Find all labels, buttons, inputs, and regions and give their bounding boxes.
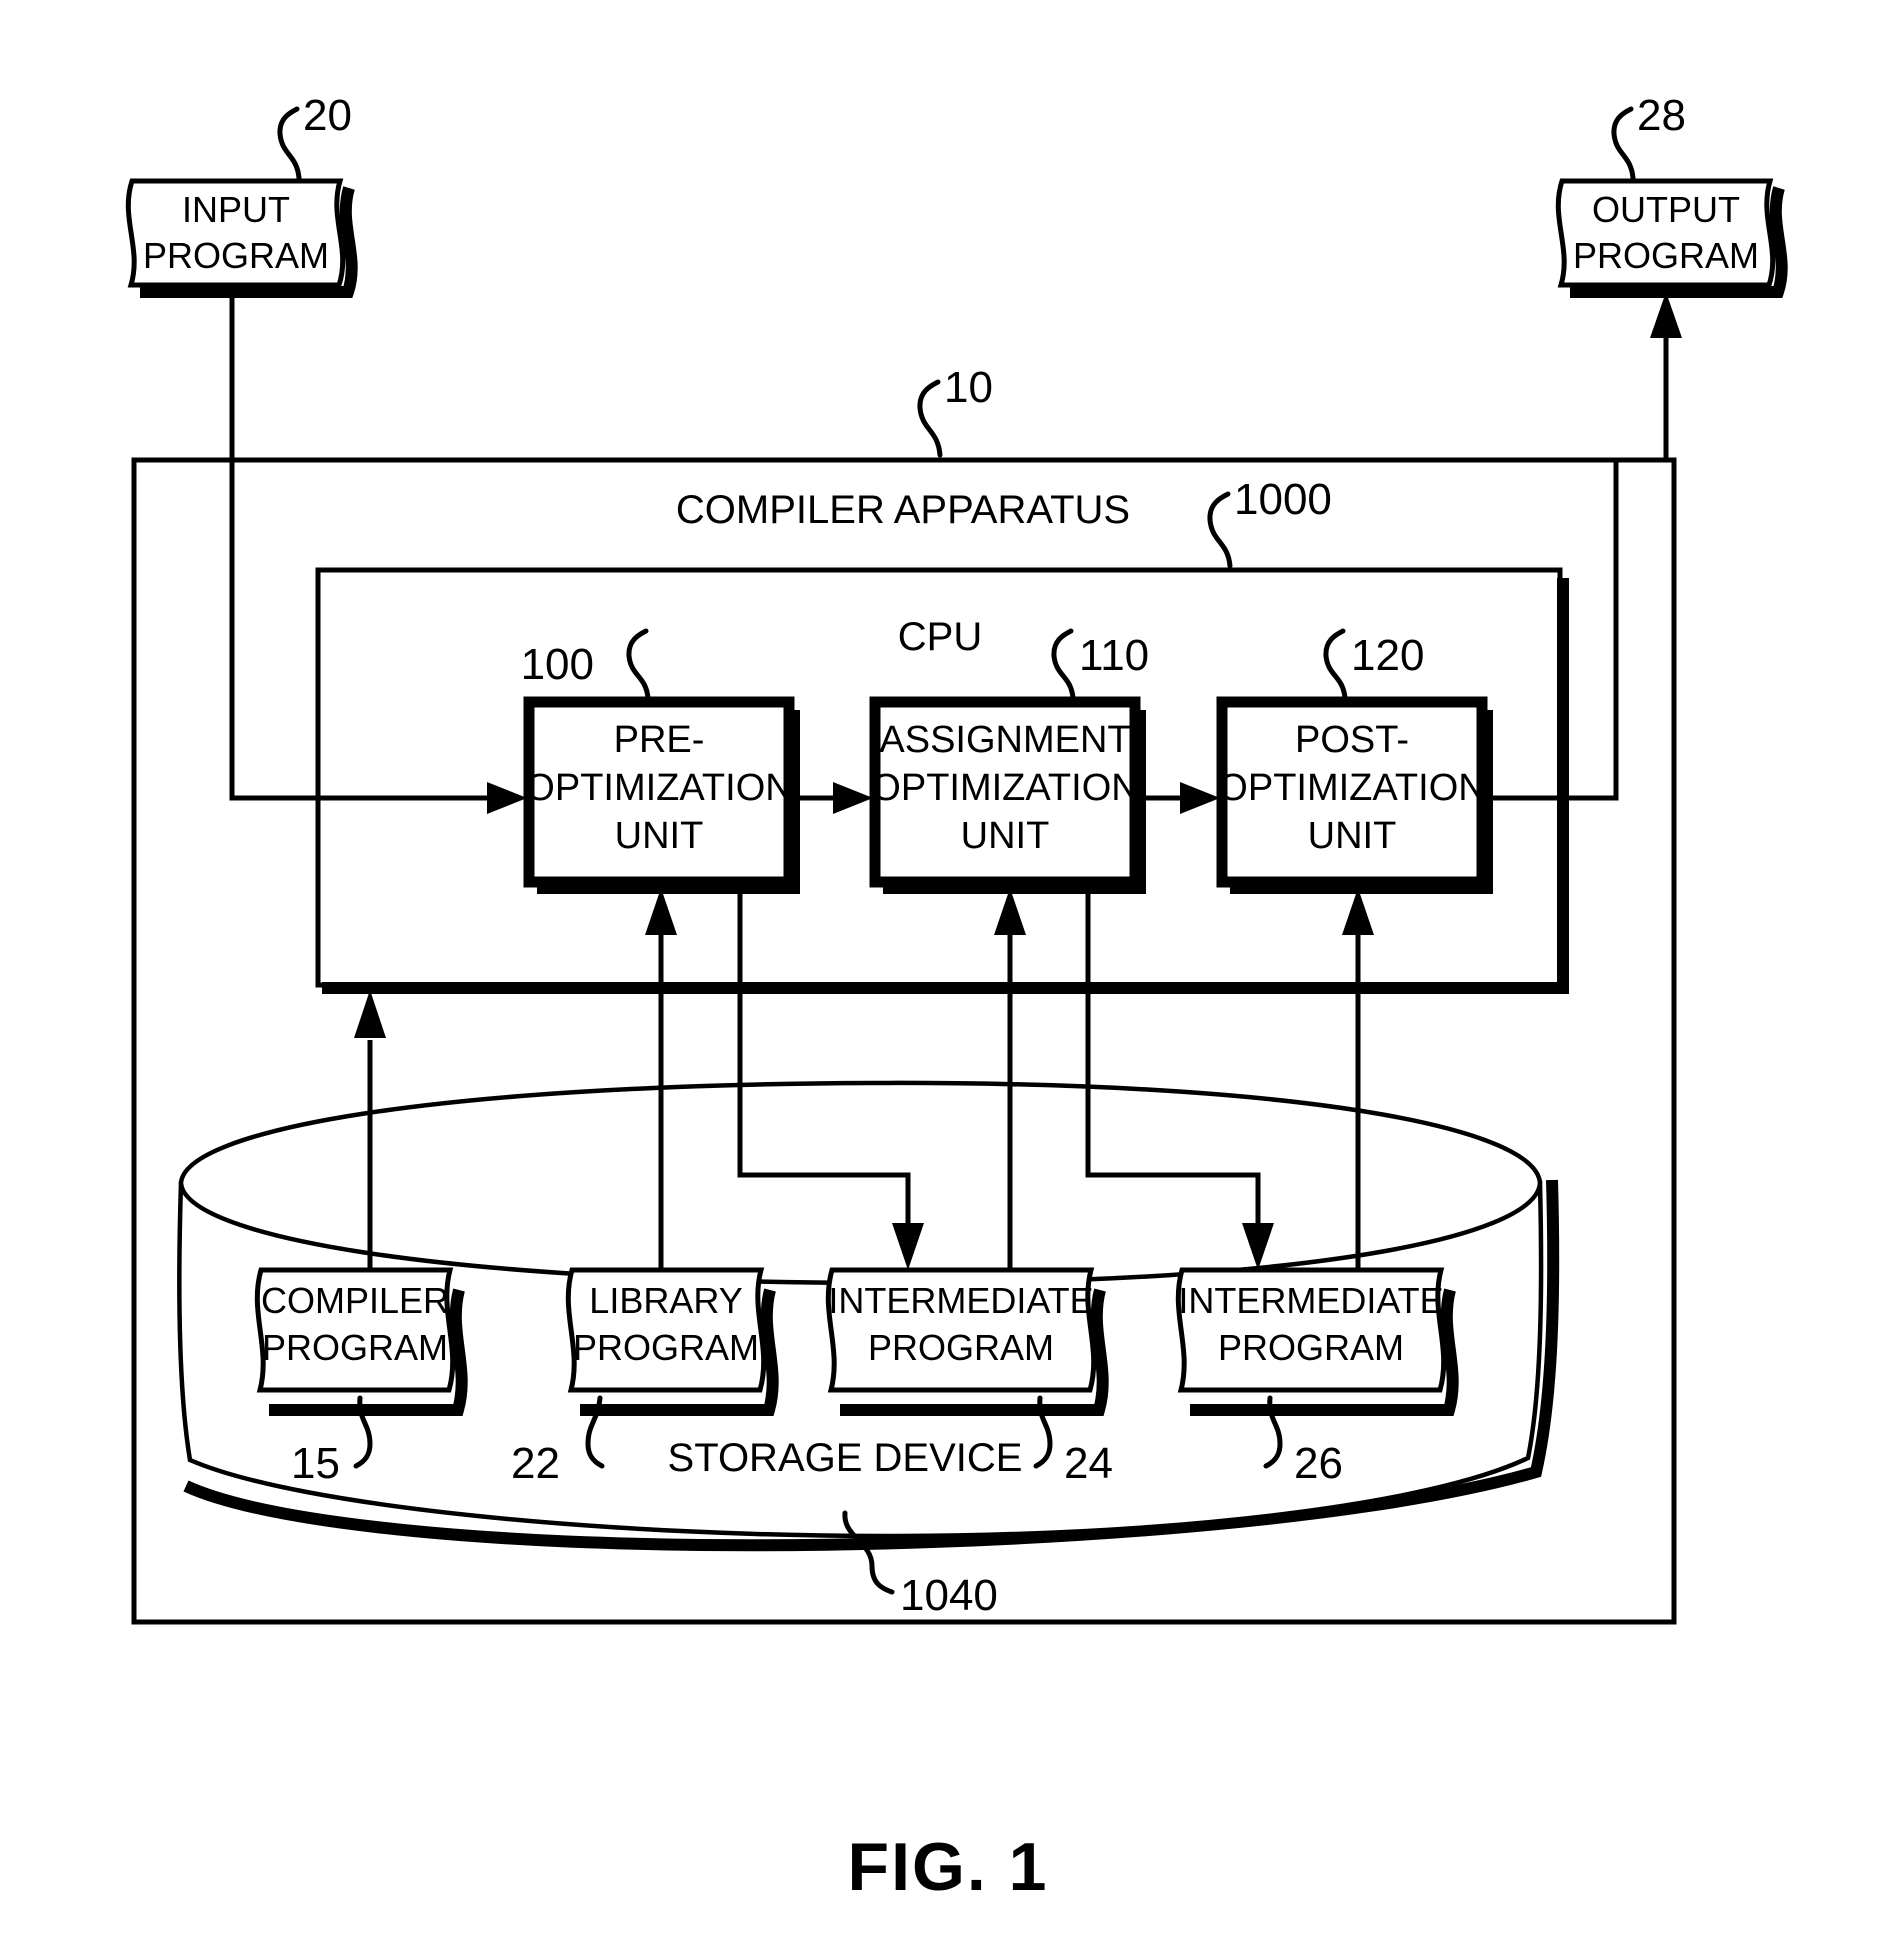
ref-label-120: 120 xyxy=(1351,631,1424,680)
arrowhead-preopt-in xyxy=(487,782,527,814)
pre-opt-line3: UNIT xyxy=(615,815,704,857)
ref-label-100: 100 xyxy=(521,640,594,689)
assign-opt-line1: ASSIGNMENT xyxy=(879,719,1130,761)
cylinder-top xyxy=(178,1080,1543,1286)
intermediate26-line2: PROGRAM xyxy=(1218,1327,1404,1368)
ref-label-24: 24 xyxy=(1064,1439,1113,1488)
input-program-line1: INPUT xyxy=(182,189,290,230)
output-program-document: OUTPUT PROGRAM 28 xyxy=(1555,91,1788,298)
intermediate24-line2: PROGRAM xyxy=(868,1327,1054,1368)
leader-line-28 xyxy=(1611,106,1636,181)
intermediate24-line1: INTERMEDIATE xyxy=(828,1280,1093,1321)
ref-label-28: 28 xyxy=(1637,91,1686,140)
post-optimization-unit: POST- OPTIMIZATION UNIT 120 xyxy=(1216,628,1493,894)
arrowhead-assign-bottom xyxy=(994,888,1026,935)
storage-device-label: STORAGE DEVICE xyxy=(668,1436,1023,1480)
input-program-line2: PROGRAM xyxy=(143,235,329,276)
leader-line-10 xyxy=(917,379,943,458)
leader-line-110 xyxy=(1051,628,1076,701)
ref-label-10: 10 xyxy=(944,363,993,412)
arrowhead-preopt-bottom xyxy=(645,888,677,935)
arrowhead-assign-in xyxy=(833,782,873,814)
patent-figure-svg: 10 COMPILER APPARATUS 1000 CPU INPUT PRO… xyxy=(125,91,1788,1905)
library-program-line2: PROGRAM xyxy=(573,1327,759,1368)
ref-label-15: 15 xyxy=(291,1439,340,1488)
leader-line-100 xyxy=(626,628,651,701)
post-opt-line3: UNIT xyxy=(1308,815,1397,857)
apparatus-label: COMPILER APPARATUS xyxy=(676,488,1130,532)
ref-label-1000: 1000 xyxy=(1234,475,1332,524)
assign-opt-line2: OPTIMIZATION xyxy=(871,767,1138,809)
compiler-program-line1: COMPILER xyxy=(261,1280,449,1321)
pre-opt-line1: PRE- xyxy=(614,719,705,761)
post-opt-line2: OPTIMIZATION xyxy=(1218,767,1485,809)
edge-preopt-to-assign xyxy=(795,782,873,814)
assignment-optimization-unit: ASSIGNMENT OPTIMIZATION UNIT 110 xyxy=(869,628,1149,894)
leader-line-120 xyxy=(1323,628,1348,701)
cpu-label: CPU xyxy=(898,615,982,659)
output-program-line1: OUTPUT xyxy=(1592,189,1740,230)
leader-line-20 xyxy=(277,106,302,181)
library-program-line1: LIBRARY xyxy=(589,1280,742,1321)
edge-postopt-to-output xyxy=(1488,292,1682,801)
compiler-program-line2: PROGRAM xyxy=(262,1327,448,1368)
input-program-document: INPUT PROGRAM 20 xyxy=(125,91,358,298)
ref-label-26: 26 xyxy=(1294,1439,1343,1488)
ref-label-1040: 1040 xyxy=(900,1571,998,1620)
edge-assign-to-postopt xyxy=(1141,782,1220,814)
ref-label-22: 22 xyxy=(511,1439,560,1488)
leader-line-1000 xyxy=(1207,491,1233,569)
intermediate26-line1: INTERMEDIATE xyxy=(1178,1280,1443,1321)
arrowhead-postopt-in xyxy=(1180,782,1220,814)
figure-root: 10 COMPILER APPARATUS 1000 CPU INPUT PRO… xyxy=(0,0,1897,1949)
arrowhead-output-in xyxy=(1650,292,1682,338)
edge-input-to-preopt xyxy=(229,292,527,814)
ref-label-20: 20 xyxy=(303,91,352,140)
post-opt-line1: POST- xyxy=(1295,719,1409,761)
arrowhead-postopt-bottom xyxy=(1342,888,1374,935)
ref-label-110: 110 xyxy=(1079,631,1149,680)
output-program-line2: PROGRAM xyxy=(1573,235,1759,276)
figure-caption: FIG. 1 xyxy=(848,1829,1049,1905)
arrowhead-cpu-bottom xyxy=(354,990,386,1038)
assign-opt-line3: UNIT xyxy=(961,815,1050,857)
pre-optimization-unit: PRE- OPTIMIZATION UNIT 100 xyxy=(521,628,800,894)
pre-opt-line2: OPTIMIZATION xyxy=(525,767,792,809)
